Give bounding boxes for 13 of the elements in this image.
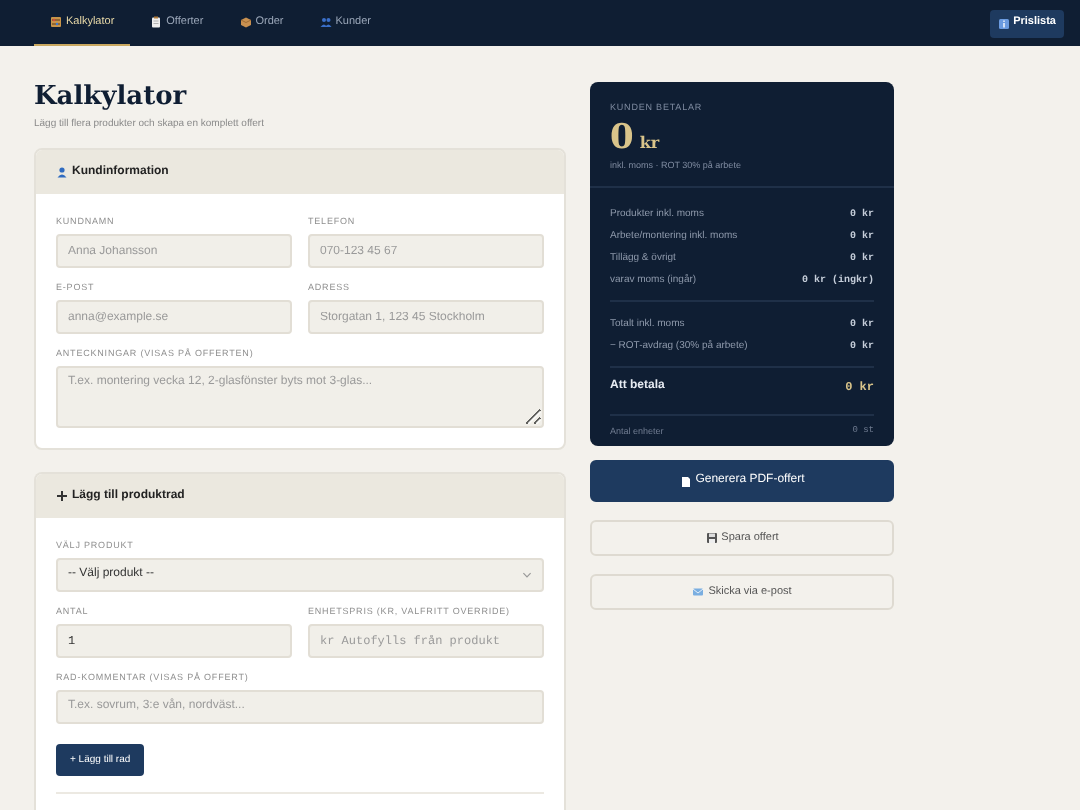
plus-icon <box>56 490 68 503</box>
chevron-down-icon <box>522 572 532 579</box>
package-icon <box>239 16 252 28</box>
total-amount: 0 <box>610 117 634 158</box>
abacus-icon <box>50 16 62 28</box>
envelope-icon <box>692 586 705 598</box>
currency-label: kr <box>639 131 660 152</box>
info-icon <box>997 17 1010 29</box>
people-icon <box>319 16 332 28</box>
person-icon <box>56 166 68 179</box>
clipboard-icon <box>150 16 163 28</box>
page-title: Kalkylator <box>34 82 187 114</box>
document-icon <box>679 475 692 487</box>
